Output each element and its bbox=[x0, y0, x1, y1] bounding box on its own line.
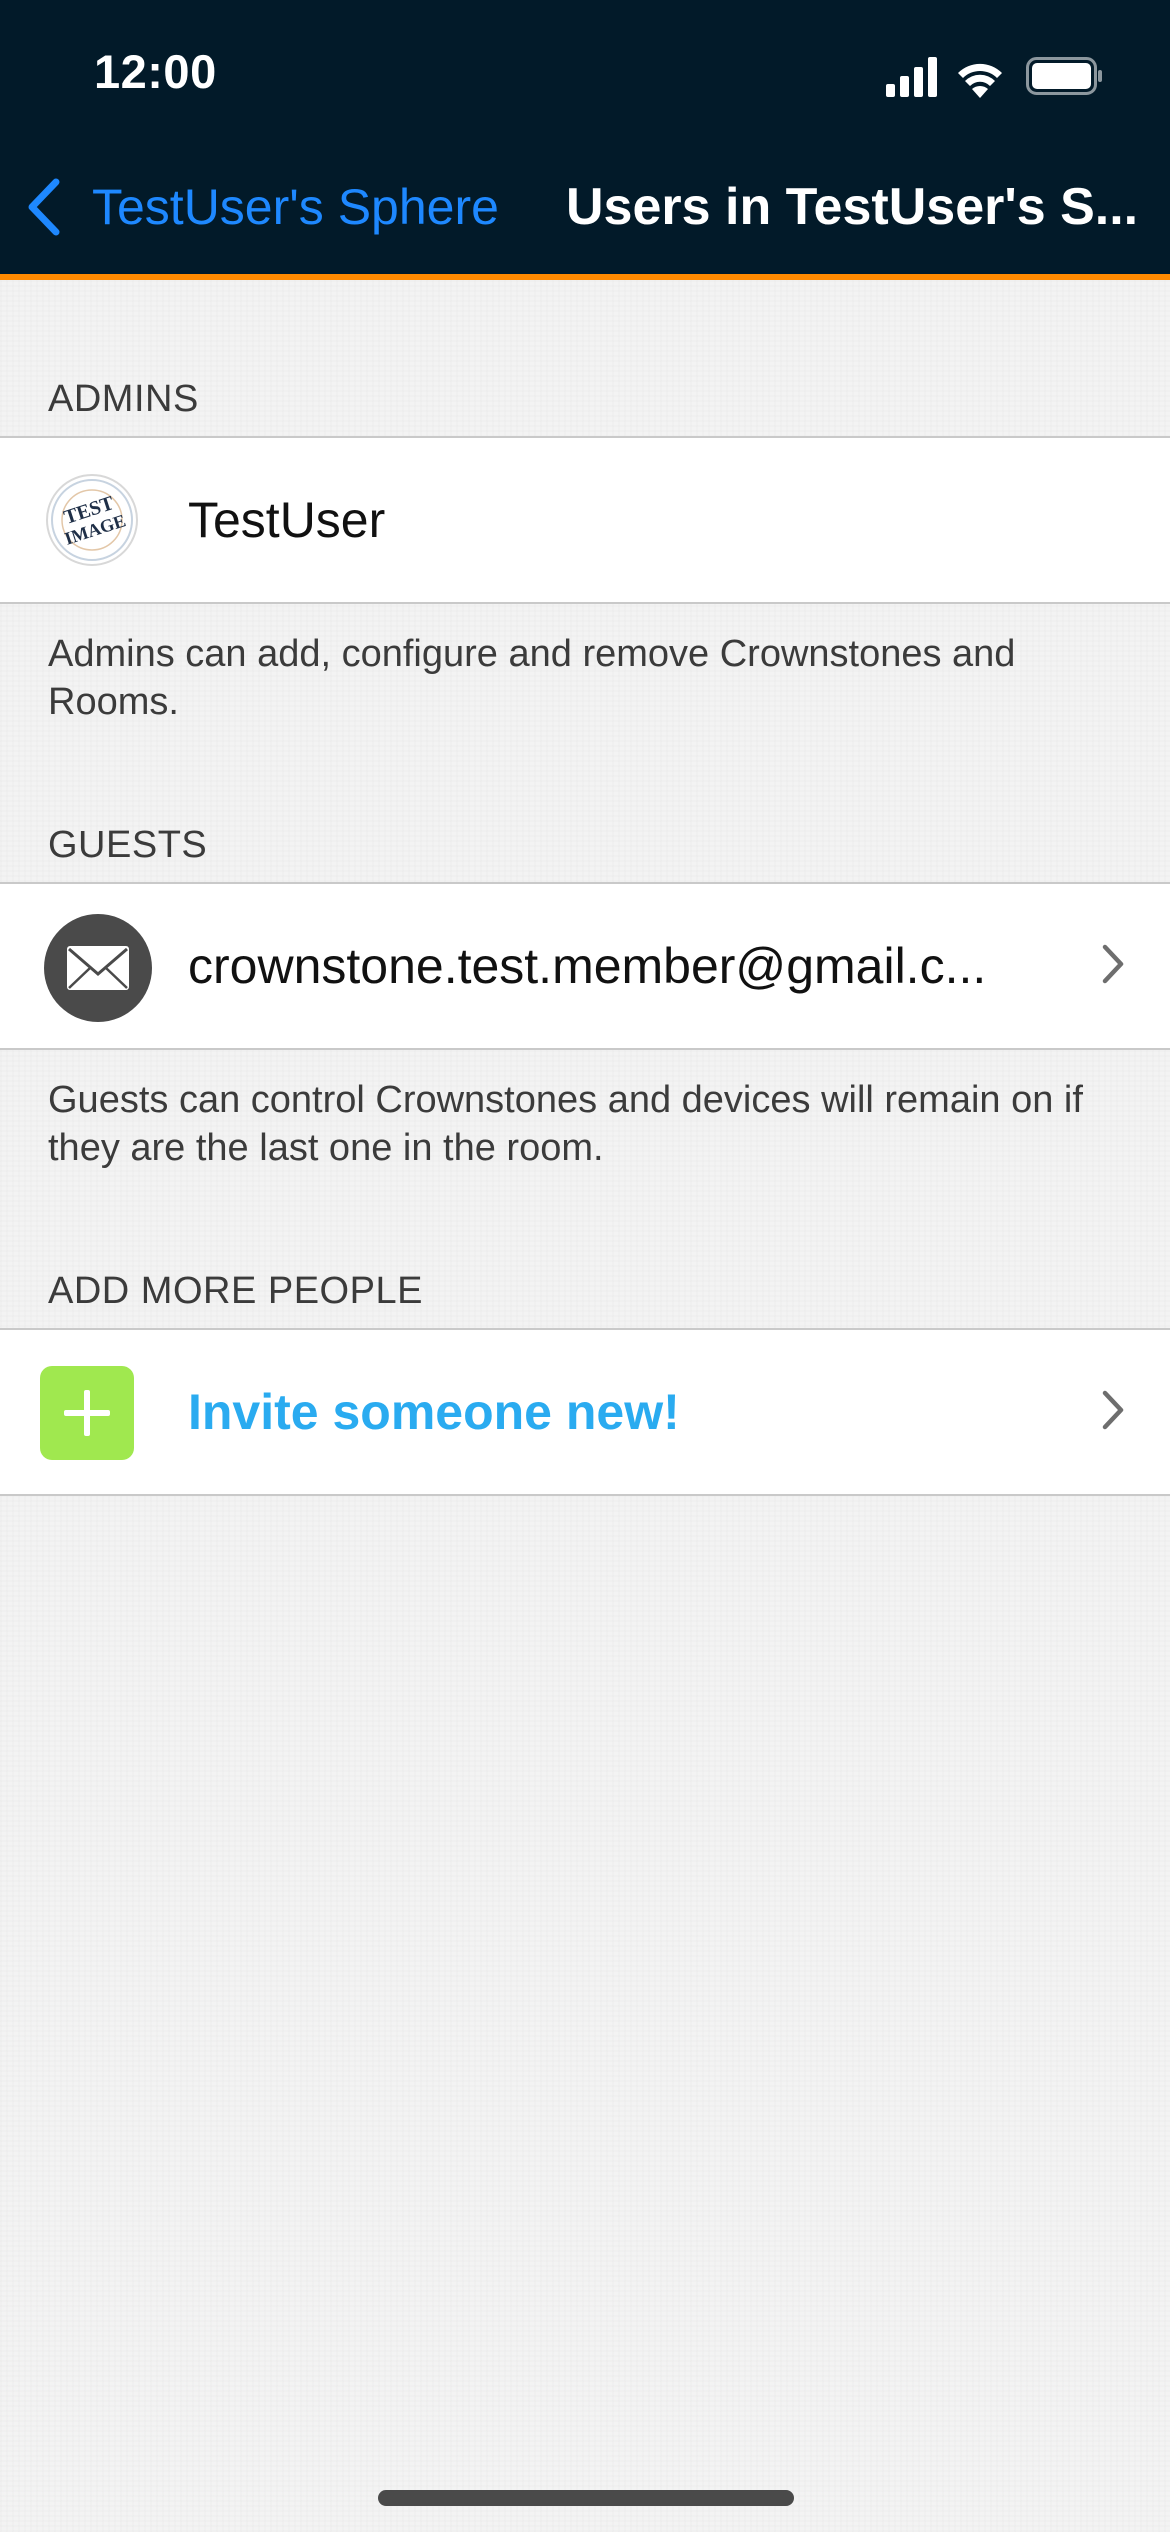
section-header-add-people: ADD MORE PEOPLE bbox=[48, 1270, 423, 1312]
back-button[interactable]: TestUser's Sphere bbox=[24, 172, 499, 242]
navigation-header: 12:00 TestUser's Sphere Users in TestUse… bbox=[0, 0, 1170, 274]
admin-user-name: TestUser bbox=[188, 492, 386, 548]
section-header-admins: ADMINS bbox=[48, 378, 199, 420]
battery-icon bbox=[1026, 57, 1102, 95]
section-header-guests: GUESTS bbox=[48, 824, 208, 866]
wifi-icon bbox=[958, 63, 1002, 98]
status-icons bbox=[886, 57, 1102, 98]
section-footer-admins: Admins can add, configure and remove Cro… bbox=[48, 633, 1016, 723]
home-indicator[interactable] bbox=[378, 2490, 794, 2506]
test-image-avatar: TEST IMAGE bbox=[46, 474, 138, 566]
status-time: 12:00 bbox=[94, 45, 217, 98]
cellular-signal-icon bbox=[886, 57, 937, 97]
guest-user-email: crownstone.test.member@gmail.c... bbox=[188, 938, 987, 994]
chevron-right-icon bbox=[1102, 944, 1124, 984]
header-accent-bar bbox=[0, 274, 1170, 280]
plus-icon bbox=[40, 1366, 134, 1460]
user-row-admin[interactable]: TEST IMAGE TestUser bbox=[0, 436, 1170, 604]
envelope-icon bbox=[67, 946, 129, 990]
envelope-avatar bbox=[44, 914, 152, 1022]
back-button-label: TestUser's Sphere bbox=[92, 179, 499, 235]
chevron-left-icon bbox=[28, 178, 60, 236]
section-footer-guests: Guests can control Crownstones and devic… bbox=[48, 1079, 1083, 1169]
invite-row[interactable]: Invite someone new! bbox=[0, 1328, 1170, 1496]
chevron-right-icon bbox=[1102, 1390, 1124, 1430]
page-title: Users in TestUser's S... bbox=[566, 178, 1139, 236]
user-row-guest[interactable]: crownstone.test.member@gmail.c... bbox=[0, 882, 1170, 1050]
invite-label: Invite someone new! bbox=[188, 1384, 680, 1440]
